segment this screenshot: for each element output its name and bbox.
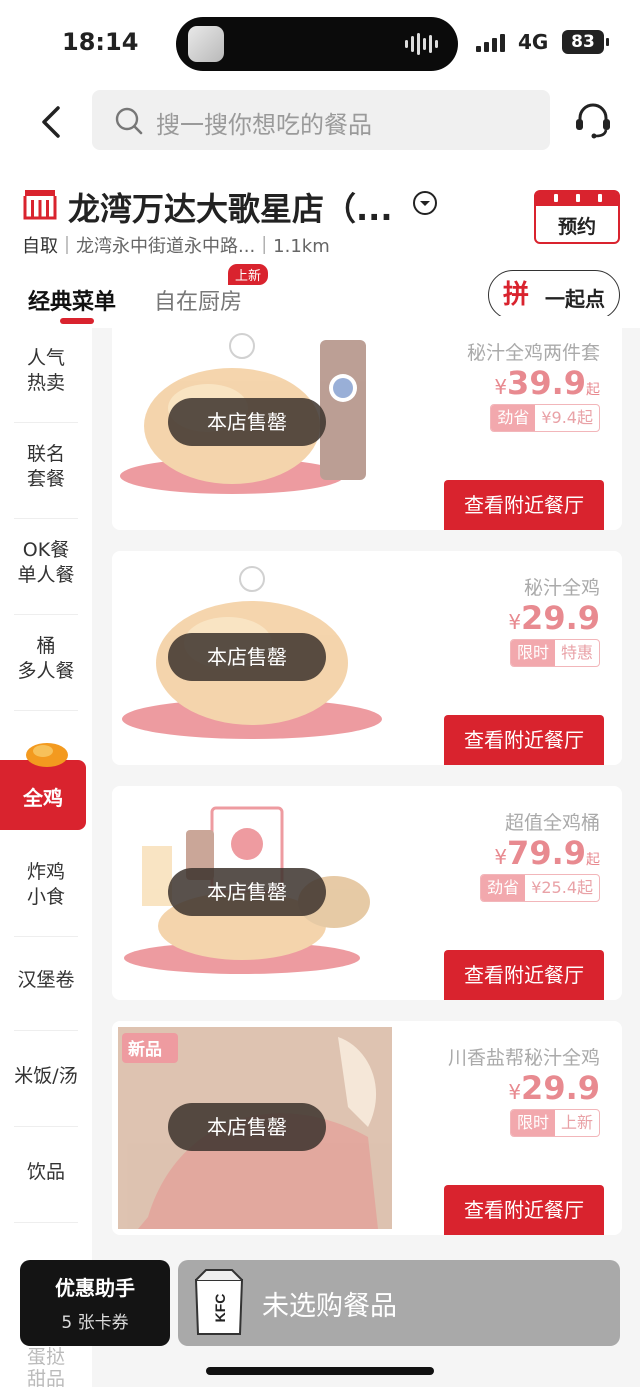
product-card[interactable]: 本店售罄 秘汁全鸡两件套 ¥39.9起 劲省 ¥9.4起 查看附近餐厅 (112, 316, 622, 530)
store-icon (22, 186, 58, 222)
customer-service-icon[interactable] (572, 100, 614, 142)
chicken-icon (24, 738, 70, 768)
reserve-label: 预约 (557, 216, 596, 238)
sidebar-item-ok-meal[interactable]: OK餐 单人餐 (14, 538, 78, 588)
network-type: 4G (518, 30, 549, 54)
product-card[interactable]: 本店售罄 超值全鸡桶 ¥79.9起 劲省 ¥25.4起 查看附近餐厅 (112, 786, 622, 1000)
promo-tag: 劲省 ¥25.4起 (480, 874, 600, 902)
group-order-button[interactable]: 拼 一起点 (488, 270, 620, 320)
promo-tag: 劲省 ¥9.4起 (490, 404, 600, 432)
sidebar-item-collab[interactable]: 联名 套餐 (14, 442, 78, 492)
divider (14, 614, 78, 615)
battery-level: 83 (562, 30, 609, 54)
store-name[interactable]: 龙湾万达大歌星店（... (68, 184, 392, 230)
dropdown-circle-icon[interactable] (412, 190, 438, 216)
sold-out-badge: 本店售罄 (168, 1103, 326, 1151)
search-placeholder: 搜一搜你想吃的餐品 (156, 111, 372, 139)
audio-wave-icon (405, 33, 438, 55)
home-indicator[interactable] (206, 1367, 434, 1375)
product-name: 秘汁全鸡两件套 (466, 342, 600, 364)
sidebar-item-popular[interactable]: 人气 热卖 (14, 346, 78, 396)
signal-icon (476, 34, 505, 52)
store-address: ｜龙湾永中街道永中路...｜1.1km (58, 236, 330, 257)
coupon-count: 5 张卡券 (61, 1313, 129, 1333)
sidebar-item-drinks[interactable]: 饮品 (14, 1160, 78, 1185)
tab-classic-menu[interactable]: 经典菜单 (28, 284, 116, 316)
sidebar-item-burgers[interactable]: 汉堡卷 (14, 968, 78, 993)
dynamic-island (176, 17, 458, 71)
coupon-assistant-button[interactable]: 优惠助手 5 张卡券 (20, 1260, 170, 1346)
kfc-bag-icon: KFC (190, 1266, 248, 1336)
sidebar-item-label: 全鸡 (23, 786, 63, 810)
promo-tag: 限时 上新 (509, 1109, 600, 1137)
sold-out-badge: 本店售罄 (168, 398, 326, 446)
reserve-button[interactable]: 预约 (534, 190, 620, 244)
store-subtitle: 自取｜龙湾永中街道永中路...｜1.1km (22, 232, 330, 258)
search-icon (114, 106, 144, 136)
product-name: 秘汁全鸡 (523, 577, 600, 599)
divider (14, 1222, 78, 1223)
product-name: 超值全鸡桶 (504, 812, 600, 834)
tab-kitchen[interactable]: 自在厨房 (154, 284, 242, 316)
divider (14, 710, 78, 711)
calendar-icon (536, 192, 618, 206)
sidebar-item-rice-soup[interactable]: 米饭/汤 (14, 1064, 78, 1089)
promo-tag: 限时 特惠 (509, 639, 600, 667)
product-price: ¥79.9起 (494, 834, 600, 872)
sold-out-badge: 本店售罄 (168, 633, 326, 681)
nearby-restaurants-button[interactable]: 查看附近餐厅 (444, 715, 604, 765)
status-bar: 18:14 4G 83 (0, 0, 640, 88)
nearby-restaurants-button[interactable]: 查看附近餐厅 (444, 950, 604, 1000)
active-tab-indicator (60, 318, 94, 324)
status-time: 18:14 (62, 28, 139, 56)
nearby-restaurants-button[interactable]: 查看附近餐厅 (444, 1185, 604, 1235)
nearby-restaurants-button[interactable]: 查看附近餐厅 (444, 480, 604, 530)
search-bar[interactable]: 搜一搜你想吃的餐品 (92, 90, 550, 150)
divider (14, 1126, 78, 1127)
product-price: ¥39.9起 (494, 364, 600, 402)
sidebar-item-bucket[interactable]: 桶多人餐 (14, 634, 78, 684)
new-product-badge: 新品 (128, 1040, 162, 1060)
divider (14, 1030, 78, 1031)
group-order-label: 一起点 (545, 287, 605, 311)
group-order-icon: 拼 (503, 280, 530, 310)
divider (14, 518, 78, 519)
cart-status-label: 未选购餐品 (262, 1291, 397, 1322)
divider (14, 936, 78, 937)
sidebar-item-fried-snacks[interactable]: 炸鸡 小食 (14, 860, 78, 910)
svg-text:KFC: KFC (212, 1294, 228, 1323)
product-name: 川香盐帮秘汁全鸡 (447, 1047, 600, 1069)
product-card[interactable]: 新品 本店售罄 川香盐帮秘汁全鸡 ¥29.9 限时 上新 查看附近餐厅 (112, 1021, 622, 1235)
product-price: ¥29.9 (508, 1069, 600, 1107)
coupon-assistant-title: 优惠助手 (55, 1276, 135, 1300)
product-card[interactable]: 本店售罄 秘汁全鸡 ¥29.9 限时 特惠 查看附近餐厅 (112, 551, 622, 765)
back-arrow-icon[interactable] (34, 100, 74, 144)
new-badge: 上新 (228, 264, 269, 285)
pickup-mode: 自取 (22, 236, 58, 257)
divider (14, 422, 78, 423)
now-playing-thumbnail (188, 26, 224, 62)
sold-out-badge: 本店售罄 (168, 868, 326, 916)
sidebar-item-desserts[interactable]: 甜品 (18, 1364, 74, 1387)
product-price: ¥29.9 (508, 599, 600, 637)
